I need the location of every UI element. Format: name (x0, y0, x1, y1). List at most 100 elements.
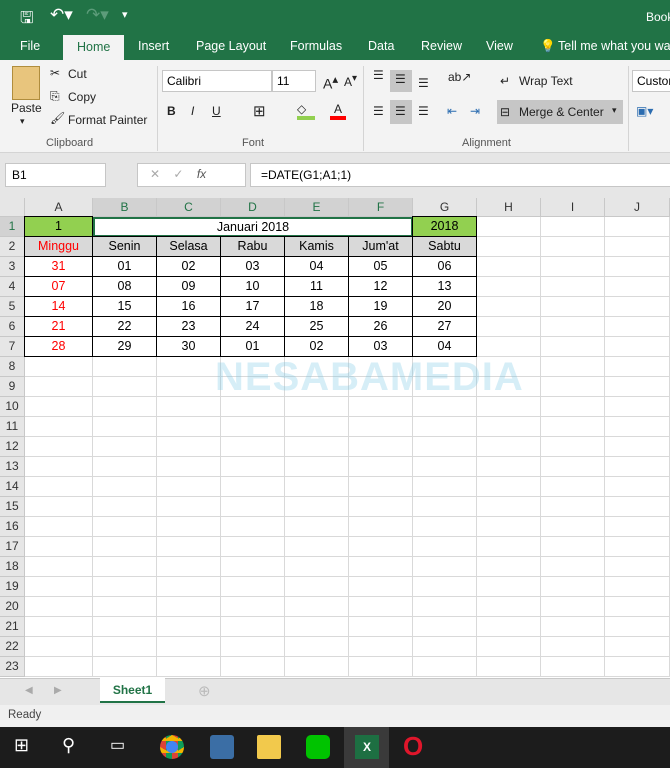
cell-a20[interactable] (25, 597, 93, 617)
cell-f9[interactable] (349, 377, 413, 397)
cell-d4[interactable]: 10 (220, 276, 285, 297)
cell-e3[interactable]: 04 (284, 256, 349, 277)
font-size-select[interactable]: 11 (272, 70, 316, 92)
cell-g16[interactable] (413, 517, 477, 537)
row-header[interactable]: 23 (0, 657, 25, 677)
task-view-icon[interactable]: ▭ (110, 735, 134, 759)
tell-me-box[interactable]: Tell me what you want (558, 39, 670, 53)
cell-c6[interactable]: 23 (156, 316, 221, 337)
tab-page-layout[interactable]: Page Layout (196, 39, 266, 53)
cell-c8[interactable] (157, 357, 221, 377)
cell-f2[interactable]: Jum'at (348, 236, 413, 257)
cell-j13[interactable] (605, 457, 670, 477)
paste-dropdown-icon[interactable]: ▾ (20, 116, 25, 127)
cell-b10[interactable] (93, 397, 157, 417)
cell-h6[interactable] (477, 317, 541, 337)
row-header[interactable]: 13 (0, 457, 25, 477)
cell-i8[interactable] (541, 357, 605, 377)
cell-h1[interactable] (477, 217, 541, 237)
increase-indent-icon[interactable]: ⇥ (470, 104, 480, 118)
prev-sheet-icon[interactable]: ◀ (25, 685, 33, 696)
merge-dropdown-icon[interactable]: ▾ (612, 105, 617, 116)
cut-button[interactable]: Cut (68, 67, 87, 81)
cell-j16[interactable] (605, 517, 670, 537)
cell-h13[interactable] (477, 457, 541, 477)
cell-d9[interactable] (221, 377, 285, 397)
row-header[interactable]: 3 (0, 257, 25, 277)
cell-c19[interactable] (157, 577, 221, 597)
cell-d13[interactable] (221, 457, 285, 477)
cell-d6[interactable]: 24 (220, 316, 285, 337)
cell-a5[interactable]: 14 (24, 296, 93, 317)
cell-i12[interactable] (541, 437, 605, 457)
cell-d23[interactable] (221, 657, 285, 677)
column-header-j[interactable]: J (605, 198, 670, 217)
cell-b1[interactable]: Januari 2018 (93, 217, 413, 237)
cell-b23[interactable] (93, 657, 157, 677)
cell-i3[interactable] (541, 257, 605, 277)
app-icon[interactable] (210, 735, 234, 759)
cell-f14[interactable] (349, 477, 413, 497)
cell-g2[interactable]: Sabtu (412, 236, 477, 257)
cell-g8[interactable] (413, 357, 477, 377)
cell-h10[interactable] (477, 397, 541, 417)
cell-c7[interactable]: 30 (156, 336, 221, 357)
left-align-icon[interactable]: ☰ (373, 104, 384, 118)
cell-d5[interactable]: 17 (220, 296, 285, 317)
cell-h19[interactable] (477, 577, 541, 597)
increase-font-icon[interactable]: A▴ (323, 72, 338, 92)
decrease-indent-icon[interactable]: ⇤ (447, 104, 457, 118)
cell-e14[interactable] (285, 477, 349, 497)
tab-home[interactable]: Home (63, 35, 125, 60)
cell-j20[interactable] (605, 597, 670, 617)
cell-j1[interactable] (605, 217, 670, 237)
cell-b19[interactable] (93, 577, 157, 597)
windows-start-icon[interactable]: ⊞ (14, 735, 38, 759)
row-header[interactable]: 7 (0, 337, 25, 357)
row-header[interactable]: 18 (0, 557, 25, 577)
cell-f10[interactable] (349, 397, 413, 417)
cell-a1[interactable]: 1 (24, 216, 93, 237)
cell-b15[interactable] (93, 497, 157, 517)
cell-e11[interactable] (285, 417, 349, 437)
cell-h8[interactable] (477, 357, 541, 377)
cell-c11[interactable] (157, 417, 221, 437)
cell-h20[interactable] (477, 597, 541, 617)
row-header[interactable]: 1 (0, 217, 25, 237)
tab-formulas[interactable]: Formulas (290, 39, 342, 53)
top-align-icon[interactable]: ☰ (373, 68, 384, 82)
cell-c21[interactable] (157, 617, 221, 637)
cell-j5[interactable] (605, 297, 670, 317)
cell-e19[interactable] (285, 577, 349, 597)
next-sheet-icon[interactable]: ▶ (54, 685, 62, 696)
cell-c20[interactable] (157, 597, 221, 617)
cell-a15[interactable] (25, 497, 93, 517)
cell-h22[interactable] (477, 637, 541, 657)
cell-a2[interactable]: Minggu (24, 236, 93, 257)
cell-j10[interactable] (605, 397, 670, 417)
cell-b20[interactable] (93, 597, 157, 617)
accounting-format-icon[interactable]: ▣▾ (636, 104, 653, 118)
cell-i15[interactable] (541, 497, 605, 517)
row-header[interactable]: 19 (0, 577, 25, 597)
cell-d16[interactable] (221, 517, 285, 537)
cell-i23[interactable] (541, 657, 605, 677)
cell-a22[interactable] (25, 637, 93, 657)
line-icon[interactable] (306, 735, 330, 759)
cell-g7[interactable]: 04 (412, 336, 477, 357)
paste-icon[interactable] (12, 66, 40, 100)
cell-d7[interactable]: 01 (220, 336, 285, 357)
cell-h4[interactable] (477, 277, 541, 297)
cell-g1[interactable]: 2018 (412, 216, 477, 237)
cell-g11[interactable] (413, 417, 477, 437)
cell-f18[interactable] (349, 557, 413, 577)
cell-f6[interactable]: 26 (348, 316, 413, 337)
row-header[interactable]: 9 (0, 377, 25, 397)
cell-g13[interactable] (413, 457, 477, 477)
column-header-i[interactable]: I (541, 198, 605, 217)
cell-i1[interactable] (541, 217, 605, 237)
cell-h18[interactable] (477, 557, 541, 577)
cell-a17[interactable] (25, 537, 93, 557)
cell-h5[interactable] (477, 297, 541, 317)
cell-e20[interactable] (285, 597, 349, 617)
